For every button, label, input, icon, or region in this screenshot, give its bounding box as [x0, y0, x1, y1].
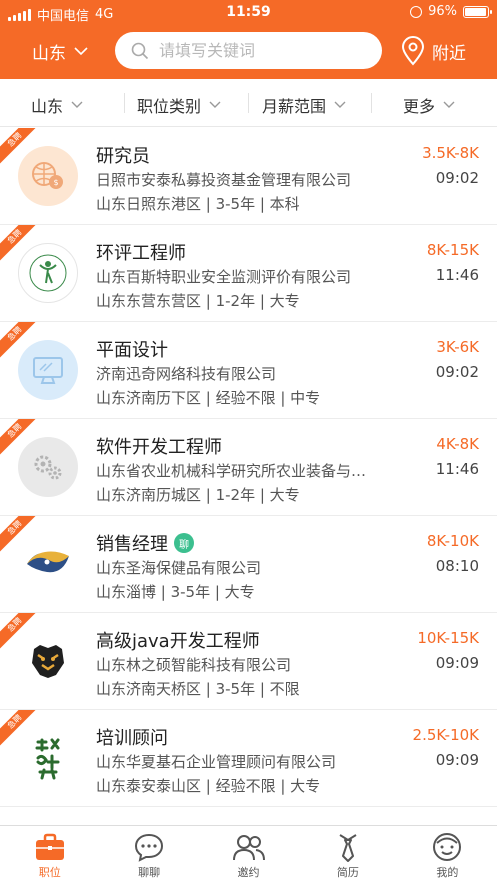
tab-bar: 职位 聊聊 邀约 简历 我的	[0, 825, 497, 883]
chevron-down-icon	[443, 101, 455, 108]
tab-jobs[interactable]: 职位	[0, 826, 99, 883]
figure-logo-icon	[18, 243, 78, 303]
salary: 4K-8K	[436, 435, 479, 453]
tiger-logo-icon	[18, 631, 78, 691]
job-title: 培训顾问	[96, 728, 168, 749]
status-bar: 中国电信 4G 11:59 96%	[0, 0, 497, 26]
battery-percent: 96%	[428, 4, 457, 19]
job-item[interactable]: 急聘 平面设计 济南迅奇网络科技有限公司 山东济南历下区 | 经验不限 | 中专…	[0, 322, 497, 419]
salary: 3.5K-8K	[422, 144, 479, 162]
job-item[interactable]: 急聘 销售经理聊 山东圣海保健品有限公司 山东淄博 | 3-5年 | 大专 8K…	[0, 516, 497, 613]
company-name: 山东百斯特职业安全监测评价有限公司	[96, 268, 352, 286]
monitor-icon	[18, 340, 78, 400]
filter-salary-range[interactable]: 月薪范围	[262, 93, 346, 117]
job-list: 急聘 $ 研究员 日照市安泰私募投资基金管理有限公司 山东日照东港区 | 3-5…	[0, 128, 497, 807]
post-time: 09:02	[435, 363, 479, 381]
search-icon	[131, 42, 149, 59]
briefcase-icon	[35, 833, 64, 860]
city-selector[interactable]: 山东	[32, 39, 88, 64]
job-meta: 山东日照东港区 | 3-5年 | 本科	[96, 195, 300, 213]
chevron-down-icon	[74, 47, 88, 56]
search-row: 山东 附近	[0, 30, 497, 72]
tab-label: 邀约	[237, 866, 260, 879]
salary: 8K-10K	[426, 532, 479, 550]
company-name: 山东林之硕智能科技有限公司	[96, 656, 292, 674]
city-label: 山东	[32, 44, 66, 64]
salary: 3K-6K	[436, 338, 479, 356]
job-meta: 山东泰安泰山区 | 经验不限 | 大专	[96, 777, 321, 795]
globe-coin-icon: $	[18, 146, 78, 206]
job-item[interactable]: 急聘 高级java开发工程师 山东林之硕智能科技有限公司 山东济南天桥区 | 3…	[0, 613, 497, 710]
filter-region[interactable]: 山东	[31, 93, 83, 117]
post-time: 11:46	[435, 266, 479, 284]
company-name: 山东省农业机械科学研究所农业装备与…	[96, 462, 367, 480]
tab-label: 聊聊	[138, 866, 161, 879]
tab-profile[interactable]: 我的	[398, 826, 497, 883]
svg-text:$: $	[53, 178, 58, 187]
job-item[interactable]: 急聘 $ 研究员 日照市安泰私募投资基金管理有限公司 山东日照东港区 | 3-5…	[0, 128, 497, 225]
post-time: 11:46	[435, 460, 479, 478]
job-meta: 山东济南天桥区 | 3-5年 | 不限	[96, 680, 300, 698]
yinyang-logo-icon	[18, 534, 78, 594]
job-meta: 山东济南历下区 | 经验不限 | 中专	[96, 389, 321, 407]
chevron-down-icon	[334, 101, 346, 108]
chat-bubble-icon	[135, 833, 164, 862]
app-header: 中国电信 4G 11:59 96% 山东 附近	[0, 0, 497, 79]
nearby-label: 附近	[432, 43, 466, 64]
post-time: 09:02	[435, 169, 479, 187]
location-pin-icon	[401, 36, 425, 66]
post-time: 09:09	[435, 654, 479, 672]
job-item[interactable]: 急聘 环评工程师 山东百斯特职业安全监测评价有限公司 山东东营东营区 | 1-2…	[0, 225, 497, 322]
tie-icon	[339, 834, 357, 862]
search-input[interactable]	[159, 41, 359, 60]
tab-invitations[interactable]: 邀约	[199, 826, 298, 883]
job-meta: 山东济南历城区 | 1-2年 | 大专	[96, 486, 300, 504]
search-box[interactable]	[115, 32, 382, 69]
tab-label: 我的	[436, 866, 459, 879]
company-name: 山东华夏基石企业管理顾问有限公司	[96, 753, 337, 771]
job-meta: 山东东营东营区 | 1-2年 | 大专	[96, 292, 300, 310]
face-icon	[433, 833, 462, 861]
filter-job-category[interactable]: 职位类别	[137, 93, 221, 117]
tab-resume[interactable]: 简历	[298, 826, 397, 883]
job-title: 软件开发工程师	[96, 437, 222, 458]
nearby-button[interactable]: 附近	[400, 36, 466, 66]
people-icon	[232, 835, 265, 861]
job-meta: 山东淄博 | 3-5年 | 大专	[96, 583, 255, 601]
job-title: 环评工程师	[96, 243, 186, 264]
filter-more[interactable]: 更多	[403, 93, 455, 117]
salary: 8K-15K	[426, 241, 479, 259]
chevron-down-icon	[209, 101, 221, 108]
job-item[interactable]: 急聘 软件开发工程师 山东省农业机械科学研究所农业装备与… 山东济南历城区 | …	[0, 419, 497, 516]
job-title: 平面设计	[96, 340, 168, 361]
chevron-down-icon	[71, 101, 83, 108]
chat-badge: 聊	[174, 533, 194, 553]
company-name: 日照市安泰私募投资基金管理有限公司	[96, 171, 352, 189]
rotation-lock-icon	[410, 5, 423, 18]
tab-chat[interactable]: 聊聊	[99, 826, 198, 883]
company-name: 山东圣海保健品有限公司	[96, 559, 262, 577]
battery-icon	[463, 5, 492, 18]
company-name: 济南迅奇网络科技有限公司	[96, 365, 277, 383]
post-time: 09:09	[435, 751, 479, 769]
job-title: 销售经理聊	[96, 530, 194, 556]
divider	[371, 93, 372, 113]
tab-label: 职位	[38, 866, 61, 879]
tab-label: 简历	[336, 866, 359, 879]
gears-icon	[18, 437, 78, 497]
filter-bar: 山东 职位类别 月薪范围 更多	[0, 79, 497, 127]
job-title: 高级java开发工程师	[96, 631, 260, 652]
salary: 2.5K-10K	[412, 726, 479, 744]
divider	[248, 93, 249, 113]
post-time: 08:10	[435, 557, 479, 575]
divider	[124, 93, 125, 113]
calligraphy-logo-icon	[18, 728, 78, 788]
salary: 10K-15K	[417, 629, 479, 647]
job-title: 研究员	[96, 146, 150, 167]
job-item[interactable]: 急聘 培训顾问 山东华夏基石企业管理顾问有限公司 山东泰安泰山区 | 经验不限 …	[0, 710, 497, 807]
